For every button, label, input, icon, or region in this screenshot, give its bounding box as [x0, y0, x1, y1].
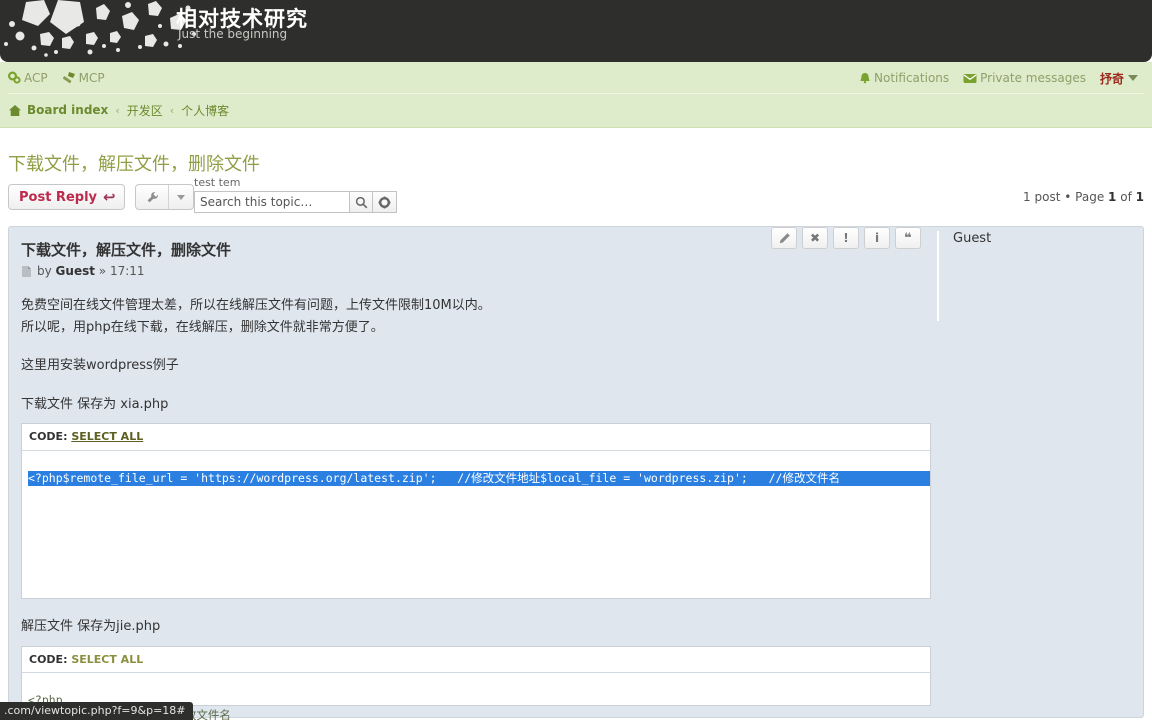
browser-status-bar: .com/viewtopic.php?f=9&p=18# [0, 702, 193, 720]
topic-tools-group[interactable] [135, 184, 194, 210]
navigation-bar: ACP MCP Notifications Private messages 抒… [0, 62, 1152, 128]
code-label: CODE: [29, 430, 68, 443]
post-author-name[interactable]: Guest [56, 264, 95, 278]
code-line: $remote_file_url = 'https://wordpress.or… [62, 470, 541, 486]
code-block-header: CODE: SELECT ALL [22, 424, 930, 451]
code-block-body[interactable]: <?php$remote_file_url = 'https://wordpre… [22, 451, 930, 505]
code-block: CODE: SELECT ALL <?php //修改文件名 [21, 645, 931, 720]
site-header: 相对技术研究 Just the beginning [0, 0, 1152, 62]
post-count: 1 post [1023, 190, 1061, 204]
nav-link-mcp-label: MCP [78, 70, 105, 85]
chevron-down-icon[interactable] [1128, 75, 1138, 81]
nav-link-mcp[interactable]: MCP [62, 71, 105, 85]
pagination-page-word: Page [1075, 190, 1105, 204]
bell-icon [859, 72, 871, 85]
nav-top-row: ACP MCP Notifications Private messages 抒… [8, 62, 1144, 94]
post-author-line: by Guest » 17:11 [21, 264, 921, 278]
nav-link-private-messages-label: Private messages [980, 71, 1086, 85]
post-time: 17:11 [109, 264, 145, 278]
code-line: $local_file = 'wordpress.zip'; //修改文件名 [540, 470, 840, 486]
magnifier-icon[interactable] [349, 191, 373, 213]
code-line [839, 470, 930, 486]
select-all-link[interactable]: SELECT ALL [71, 430, 143, 443]
gear-icon[interactable] [373, 191, 397, 213]
post-section-download: 下载文件 保存为 xia.php [21, 396, 169, 412]
code-line: <?php [28, 470, 63, 486]
post-separator: » [98, 264, 107, 278]
code-label: CODE: [29, 652, 68, 666]
chevron-down-icon[interactable] [169, 185, 193, 209]
envelope-icon [963, 73, 977, 84]
search-input[interactable] [194, 191, 349, 213]
nav-link-acp-label: ACP [24, 70, 48, 85]
post-page-icon [21, 265, 32, 278]
pagination-info: 1 post • Page 1 of 1 [1023, 190, 1144, 204]
post-container: ✖ ! i ❝ Guest 下载文件，解压文件，删除文件 by Guest » … [8, 226, 1144, 720]
breadcrumb: Board index ‹ 开发区 ‹ 个人博客 [8, 94, 1144, 126]
nav-link-private-messages[interactable]: Private messages [963, 71, 1086, 85]
breadcrumb-item-forum[interactable]: 开发区 [127, 102, 163, 119]
page-body: 下载文件，解压文件，删除文件 Post Reply ↩ test tem Sea… [0, 150, 1152, 720]
breadcrumb-item-board-index[interactable]: Board index [27, 103, 108, 117]
nav-user-links: Notifications Private messages 抒奇 [859, 62, 1138, 94]
header-polygon-decoration [4, 0, 196, 57]
nav-link-acp[interactable]: ACP [8, 71, 48, 85]
post-content: 免费空间在线文件管理太差，所以在线解压文件有问题，上传文件限制10M以内。 所以… [21, 296, 931, 720]
gears-icon [8, 71, 21, 84]
post-section-intro: 这里用安装wordpress例子 [21, 358, 179, 373]
nav-link-notifications-label: Notifications [874, 71, 950, 85]
site-tagline: Just the beginning [178, 27, 288, 41]
post-title[interactable]: 下载文件，解压文件，删除文件 [21, 239, 921, 260]
post-inner: 下载文件，解压文件，删除文件 by Guest » 17:11 免费空间在线文件… [21, 239, 1131, 720]
nav-link-notifications[interactable]: Notifications [859, 71, 949, 85]
home-icon [8, 104, 22, 117]
topic-search: test tem [194, 176, 397, 213]
pagination-bullet: • [1064, 190, 1072, 204]
post-section-unzip: 解压文件 保存为jie.php [21, 619, 161, 634]
breadcrumb-separator: ‹ [169, 103, 175, 117]
code-block-header: CODE: SELECT ALL [22, 646, 930, 673]
post-reply-button[interactable]: Post Reply ↩ [8, 184, 125, 210]
post-body-line: 所以呢，用php在线下载，在线解压，删除文件就非常方便了。 [21, 319, 384, 335]
status-bar-url: .com/viewtopic.php?f=9&p=18# [4, 704, 186, 717]
pagination-total-pages: 1 [1135, 190, 1144, 204]
page-title: 下载文件，解压文件，删除文件 [8, 154, 260, 175]
pagination-of-word: of [1120, 190, 1132, 204]
wrench-icon[interactable] [136, 185, 169, 209]
search-label: test tem [194, 176, 241, 189]
post-reply-label: Post Reply [19, 189, 97, 205]
breadcrumb-separator: ‹ [115, 103, 120, 117]
hammer-icon [62, 71, 76, 84]
post-body-line: 免费空间在线文件管理太差，所以在线解压文件有问题，上传文件限制10M以内。 [21, 298, 491, 313]
pagination-current-page: 1 [1108, 190, 1117, 204]
nav-username[interactable]: 抒奇 [1100, 70, 1124, 87]
topic-action-bar: Post Reply ↩ test tem Search this topic…… [8, 176, 1144, 226]
reply-arrow-icon: ↩ [103, 187, 116, 206]
select-all-link[interactable]: SELECT ALL [71, 653, 143, 666]
breadcrumb-item-subforum[interactable]: 个人博客 [181, 102, 229, 119]
code-block: CODE: SELECT ALL <?php$remote_file_url =… [21, 423, 931, 599]
post-header: 下载文件，解压文件，删除文件 by Guest » 17:11 [21, 239, 921, 278]
post-by-word: by [37, 264, 52, 278]
